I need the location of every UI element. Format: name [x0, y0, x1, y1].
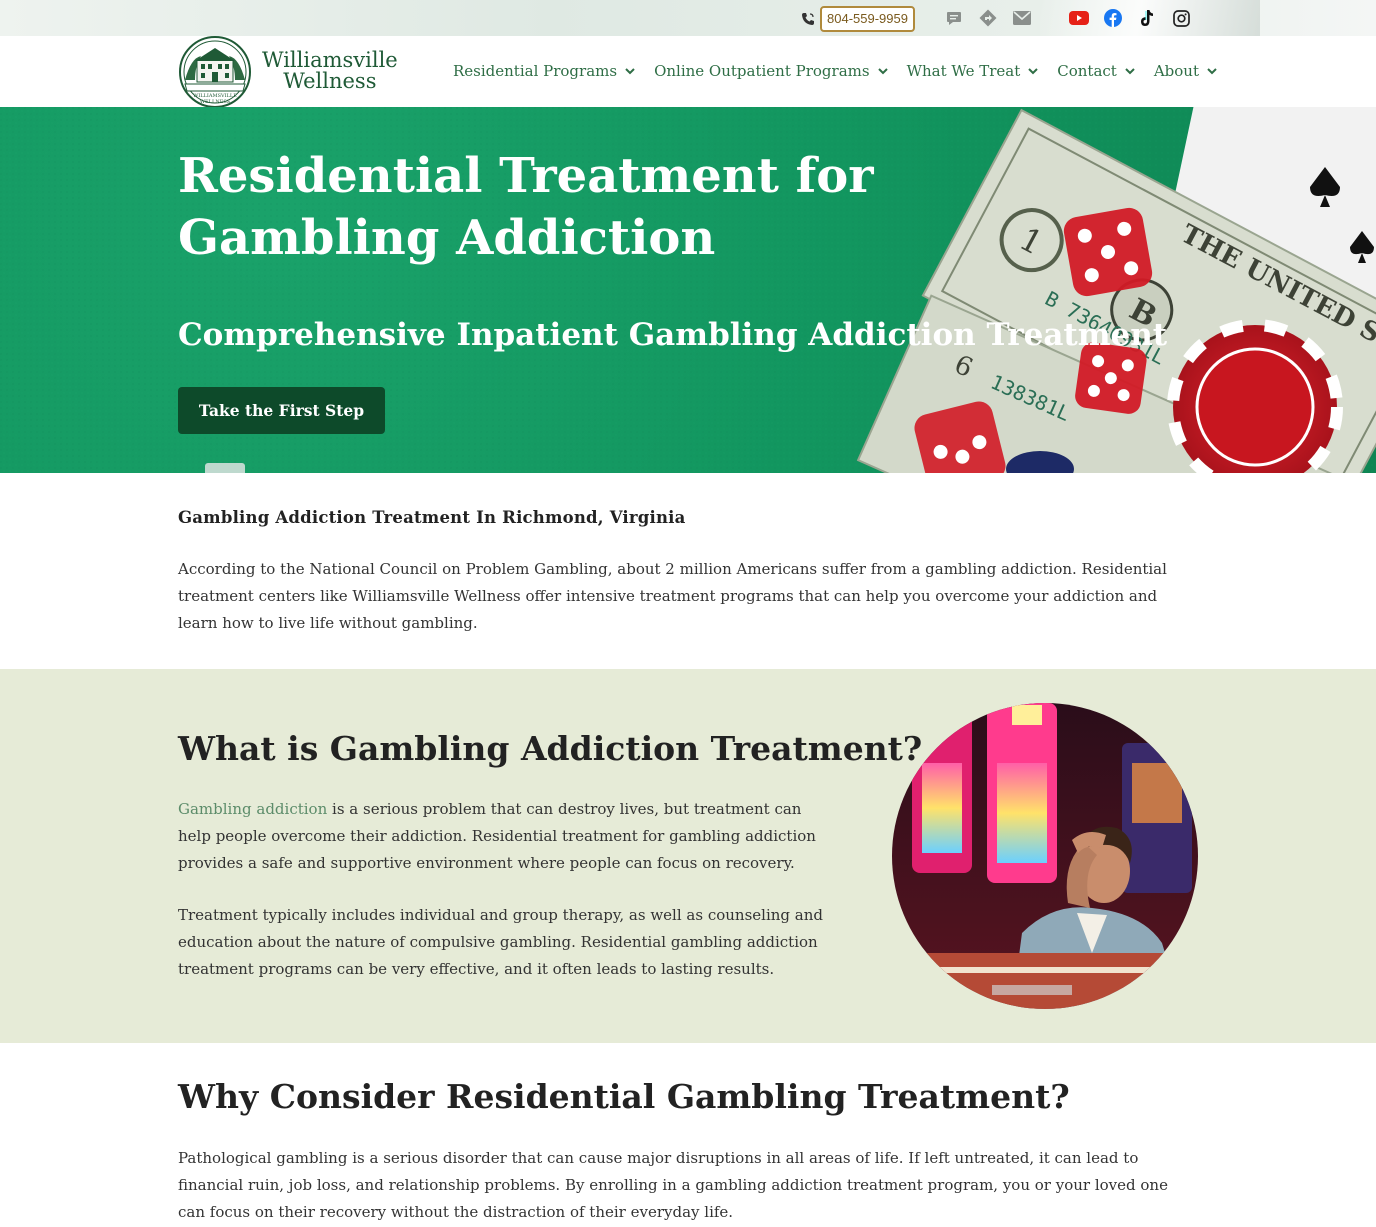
nav-label: About [1153, 62, 1199, 80]
chat-icon[interactable] [944, 8, 964, 28]
nav-about[interactable]: About [1154, 62, 1218, 80]
facebook-icon[interactable] [1103, 8, 1123, 28]
logo-seal[interactable]: WILLIAMSVILLE WELLNESS [177, 36, 253, 108]
phone-icon [800, 11, 816, 27]
hero-subtitle: Comprehensive Inpatient Gambling Addicti… [178, 317, 1168, 353]
take-first-step-button[interactable]: Take the First Step [178, 387, 385, 434]
brand-name-line1: Williamsville [262, 48, 398, 72]
chevron-down-icon [1207, 68, 1217, 75]
instagram-icon[interactable] [1171, 8, 1191, 28]
nav-label: What We Treat [906, 62, 1021, 80]
top-utility-bar: 804-559-9959 [0, 0, 1376, 36]
svg-text:WELLNESS: WELLNESS [200, 99, 231, 105]
nav-label: Contact [1057, 62, 1117, 80]
gambling-addiction-link[interactable]: Gambling addiction [178, 800, 327, 818]
nav-contact[interactable]: Contact [1057, 62, 1136, 80]
chevron-down-icon [877, 68, 888, 75]
gambler-photo [892, 703, 1198, 1009]
what-is-title: What is Gambling Addiction Treatment? [178, 729, 923, 768]
nav-label: Residential Programs [453, 62, 618, 80]
nav-what-we-treat[interactable]: What We Treat [907, 62, 1040, 80]
chevron-down-icon [1028, 68, 1038, 75]
what-is-paragraph-2: Treatment typically includes individual … [178, 906, 823, 978]
youtube-icon[interactable] [1069, 8, 1089, 28]
intro-heading: Gambling Addiction Treatment In Richmond… [178, 508, 686, 527]
intro-paragraph: According to the National Council on Pro… [178, 560, 1167, 632]
directions-icon[interactable] [978, 8, 998, 28]
what-is-paragraph-1: Gambling addiction is a serious problem … [178, 796, 838, 877]
tiktok-icon[interactable] [1137, 8, 1157, 28]
what-is-section: What is Gambling Addiction Treatment? Ga… [0, 669, 1376, 1043]
chevron-down-icon [625, 68, 635, 75]
site-header: WILLIAMSVILLE WELLNESS Williamsville Wel… [0, 36, 1376, 108]
main-nav: Residential Programs Online Outpatient P… [453, 62, 1236, 80]
nav-residential-programs[interactable]: Residential Programs [453, 62, 636, 80]
chevron-down-icon [1125, 68, 1135, 75]
phone-group: 804-559-9959 [800, 6, 915, 32]
why-consider-title: Why Consider Residential Gambling Treatm… [178, 1077, 1070, 1116]
brand-name[interactable]: Williamsville Wellness [262, 50, 398, 92]
phone-number-button[interactable]: 804-559-9959 [820, 6, 915, 32]
nav-label: Online Outpatient Programs [654, 62, 870, 80]
brand-name-line2: Wellness [283, 69, 377, 93]
nav-online-outpatient-programs[interactable]: Online Outpatient Programs [654, 62, 888, 80]
mail-icon[interactable] [1012, 8, 1032, 28]
why-consider-paragraph: Pathological gambling is a serious disor… [178, 1149, 1168, 1221]
hero-banner: THE UNITED STATES 1 B B 73640931L 6 1383… [0, 107, 1376, 473]
hero-title: Residential Treatment for Gambling Addic… [178, 148, 874, 266]
